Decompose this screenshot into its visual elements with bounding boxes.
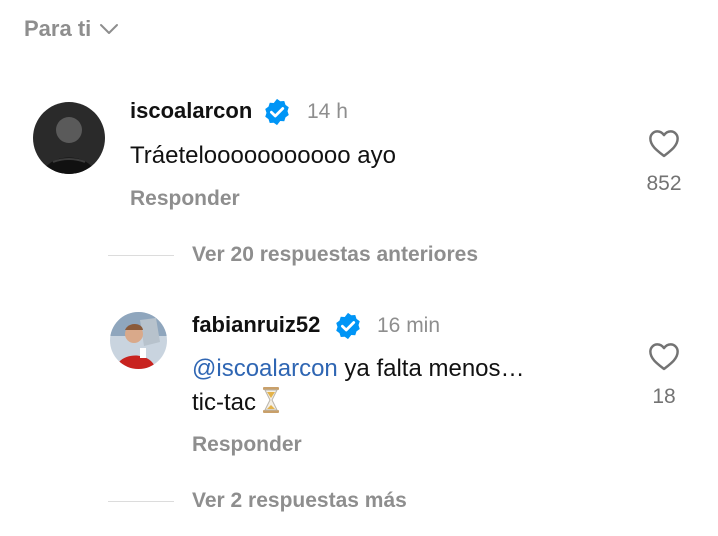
heart-icon[interactable] <box>647 128 681 158</box>
comment-text: Tráetelooooooooooo ayo <box>130 142 396 169</box>
verified-badge-icon <box>336 312 360 340</box>
chevron-down-icon <box>100 24 119 34</box>
reply-button[interactable]: Responder <box>130 187 240 211</box>
like-count: 852 <box>646 172 682 195</box>
reply-text-line2: tic-tac <box>192 389 257 416</box>
like-count: 18 <box>652 385 676 408</box>
sort-filter-label: Para ti <box>24 16 92 41</box>
mention-link[interactable]: @iscoalarcon <box>192 355 338 382</box>
avatar-fabianruiz52[interactable] <box>110 312 167 369</box>
heart-icon[interactable] <box>647 341 681 371</box>
reply-timestamp: 16 min <box>377 314 441 337</box>
reply-text: @iscoalarcon ya falta menos… tic-tac <box>192 352 525 420</box>
thread-divider <box>108 255 174 256</box>
comment-username[interactable]: iscoalarcon <box>130 98 252 124</box>
view-more-replies-link[interactable]: Ver 2 respuestas más <box>192 489 407 513</box>
comment-timestamp: 14 h <box>307 100 348 123</box>
verified-badge-icon <box>265 98 289 126</box>
reply-username[interactable]: fabianruiz52 <box>192 312 320 338</box>
reply-button[interactable]: Responder <box>192 433 302 457</box>
sort-filter-dropdown[interactable]: Para ti <box>24 16 119 42</box>
avatar-iscoalarcon[interactable] <box>33 102 105 174</box>
hourglass-icon <box>263 387 280 413</box>
view-earlier-replies-link[interactable]: Ver 20 respuestas anteriores <box>192 243 478 267</box>
thread-divider <box>108 501 174 502</box>
reply-text-line1: ya falta menos… <box>337 355 525 382</box>
